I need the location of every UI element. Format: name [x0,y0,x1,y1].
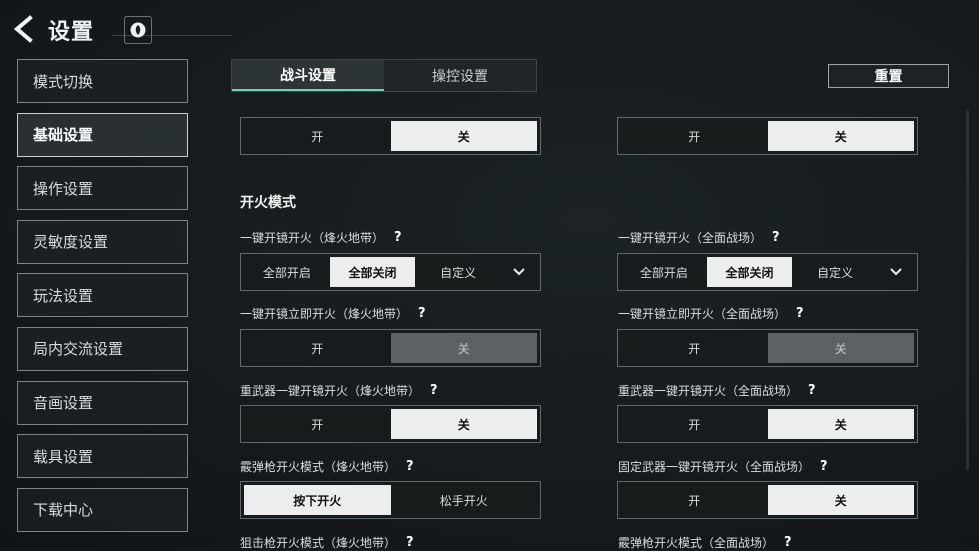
option-all-off[interactable]: 全部关闭 [329,257,416,287]
toggle-on-option[interactable]: 开 [244,333,391,363]
setting-label-instant-fire-left: 一键开镜立即开火（烽火地带）? [240,305,426,322]
sidebar-item-gameplay-settings[interactable]: 玩法设置 [17,273,188,318]
toggle-on-option[interactable]: 开 [244,121,391,151]
setting-label-text: 一键开镜立即开火（烽火地带） [240,307,409,321]
section-title-fire-mode: 开火模式 [240,195,296,211]
settings-tabs: 战斗设置 操控设置 [231,59,537,92]
setting-label-text: 重武器一键开镜开火（全面战场） [618,384,799,398]
setting-label-heavy-weapon-right: 重武器一键开镜开火（全面战场）? [618,382,816,399]
setting-label-shotgun-right: 霰弹枪开火模式（全面战场）? [618,534,792,551]
sidebar-item-mode-switch[interactable]: 模式切换 [17,59,188,103]
toggle-off-option[interactable]: 关 [390,333,537,363]
help-question-icon[interactable]: ? [394,230,402,245]
option-release-fire[interactable]: 松手开火 [391,485,538,515]
option-custom[interactable]: 自定义 [792,257,878,287]
option-custom[interactable]: 自定义 [415,257,501,287]
setting-label-instant-fire-right: 一键开镜立即开火（全面战场）? [618,305,804,322]
toggle-off-option[interactable]: 关 [390,409,537,439]
segmented-scope-fire-left: 全部开启 全部关闭 自定义 [240,253,541,291]
help-question-icon[interactable]: ? [808,383,816,398]
option-press-fire[interactable]: 按下开火 [244,485,391,515]
toggle-on-option[interactable]: 开 [621,409,768,439]
segmented-shotgun-fire-mode-left: 按下开火 松手开火 [240,481,541,519]
chevron-down-icon[interactable] [878,257,914,287]
sidebar-item-vehicle-settings[interactable]: 载具设置 [17,434,188,479]
option-all-on[interactable]: 全部开启 [621,257,707,287]
help-question-icon[interactable]: ? [772,230,780,245]
top-toggle-right: 开 关 [617,117,918,155]
toggle-on-option[interactable]: 开 [244,409,391,439]
help-question-icon[interactable]: ? [418,306,426,321]
setting-label-text: 霰弹枪开火模式（烽火地带） [240,460,397,474]
setting-label-text: 重武器一键开镜开火（烽火地带） [240,384,421,398]
tab-control-settings[interactable]: 操控设置 [384,60,536,91]
help-leaf-icon[interactable] [124,16,152,44]
toggle-fixed-weapon-right: 开 关 [617,481,918,519]
setting-label-sniper-left: 狙击枪开火模式（烽火地带）? [240,534,414,551]
top-bar: 设置 [0,0,979,56]
help-question-icon[interactable]: ? [406,459,414,474]
toggle-heavy-weapon-left: 开 关 [240,405,541,443]
help-question-icon[interactable]: ? [430,383,438,398]
toggle-off-option[interactable]: 关 [767,333,914,363]
toggle-on-option[interactable]: 开 [621,121,768,151]
option-all-on[interactable]: 全部开启 [244,257,330,287]
sidebar-item-download-center[interactable]: 下载中心 [17,487,188,532]
toggle-on-option[interactable]: 开 [621,485,768,515]
reset-button[interactable]: 重置 [828,64,949,88]
back-icon[interactable] [12,15,36,43]
toggle-off-option[interactable]: 关 [390,121,537,151]
help-question-icon[interactable]: ? [406,535,414,550]
chevron-down-icon[interactable] [501,257,537,287]
sidebar-item-audio-video-settings[interactable]: 音画设置 [17,380,188,425]
toggle-off-option[interactable]: 关 [767,121,914,151]
setting-label-scope-fire-left: 一键开镜开火（烽火地带）? [240,229,402,246]
toggle-off-option[interactable]: 关 [767,485,914,515]
top-toggle-left: 开 关 [240,117,541,155]
setting-label-shotgun-left: 霰弹枪开火模式（烽火地带）? [240,458,414,475]
segmented-scope-fire-right: 全部开启 全部关闭 自定义 [617,253,918,291]
page-title: 设置 [48,20,95,45]
setting-label-text: 一键开镜开火（全面战场） [618,231,763,245]
setting-label-text: 霰弹枪开火模式（全面战场） [618,536,775,550]
sidebar: 模式切换 基础设置 操作设置 灵敏度设置 玩法设置 局内交流设置 音画设置 载具… [17,59,188,541]
setting-label-text: 狙击枪开火模式（烽火地带） [240,536,397,550]
sidebar-item-sensitivity-settings[interactable]: 灵敏度设置 [17,219,188,264]
setting-label-text: 一键开镜立即开火（全面战场） [618,307,787,321]
setting-label-text: 固定武器一键开镜开火（全面战场） [618,460,811,474]
setting-label-text: 一键开镜开火（烽火地带） [240,231,385,245]
sidebar-item-communication-settings[interactable]: 局内交流设置 [17,326,188,371]
help-question-icon[interactable]: ? [796,306,804,321]
sidebar-item-basic-settings[interactable]: 基础设置 [17,112,188,157]
setting-label-scope-fire-right: 一键开镜开火（全面战场）? [618,229,780,246]
scrollbar[interactable] [966,110,969,470]
help-question-icon[interactable]: ? [820,459,828,474]
toggle-instant-fire-right: 开 关 [617,329,918,367]
toggle-instant-fire-left: 开 关 [240,329,541,367]
help-question-icon[interactable]: ? [784,535,792,550]
tab-combat-settings[interactable]: 战斗设置 [232,60,384,91]
setting-label-fixed-weapon-right: 固定武器一键开镜开火（全面战场）? [618,458,828,475]
setting-label-heavy-weapon-left: 重武器一键开镜开火（烽火地带）? [240,382,438,399]
sidebar-item-operation-settings[interactable]: 操作设置 [17,166,188,211]
toggle-off-option[interactable]: 关 [767,409,914,439]
toggle-on-option[interactable]: 开 [621,333,768,363]
toggle-heavy-weapon-right: 开 关 [617,405,918,443]
option-all-off[interactable]: 全部关闭 [706,257,793,287]
